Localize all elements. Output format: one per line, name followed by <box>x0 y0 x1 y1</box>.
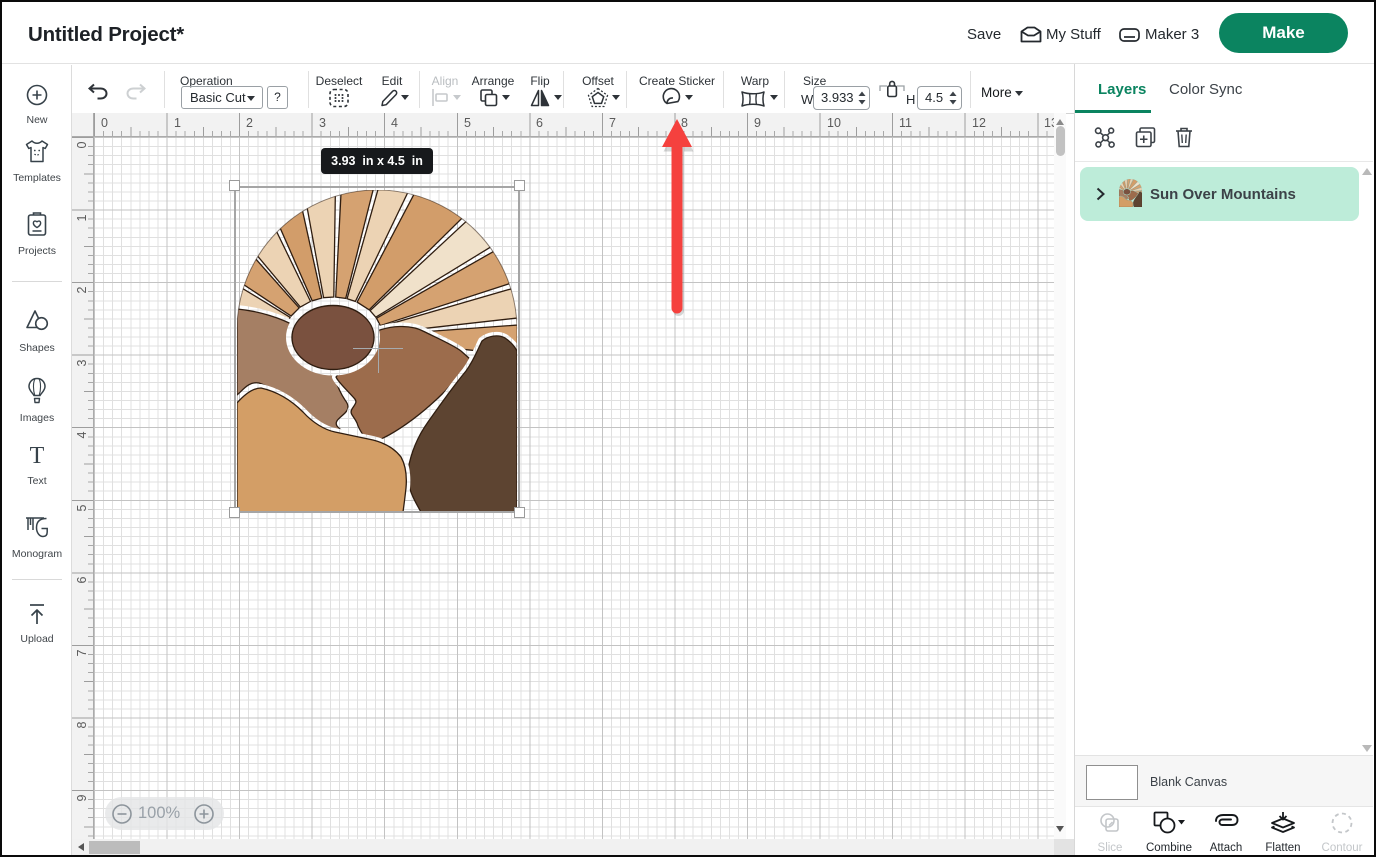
svg-text:T: T <box>30 444 45 467</box>
